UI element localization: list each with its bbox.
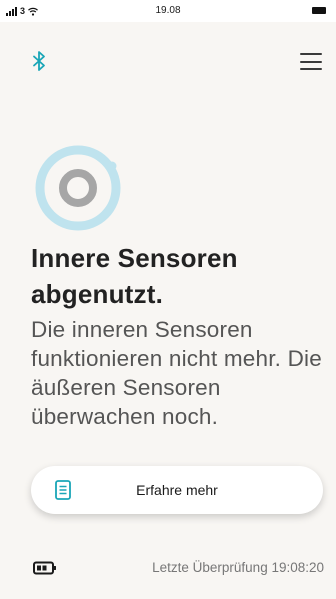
menu-line — [300, 60, 322, 63]
page-title: Innere Sensoren abgenutzt. — [31, 243, 238, 309]
learn-more-label: Erfahre mehr — [136, 482, 218, 498]
bluetooth-icon[interactable] — [30, 50, 48, 72]
menu-button[interactable] — [300, 53, 322, 70]
phone-battery-icon — [312, 7, 326, 14]
last-check-timestamp: Letzte Überprüfung 19:08:20 — [152, 560, 324, 575]
app-screen: 3 19.08 Innere Sensoren abgenutzt. Die i… — [0, 0, 336, 599]
sensor-ring-icon — [35, 145, 121, 231]
status-time: 19.08 — [155, 5, 181, 16]
status-description: Die inneren Sensoren funktionieren nicht… — [31, 317, 322, 429]
learn-more-button[interactable]: Erfahre mehr — [31, 466, 323, 514]
battery-icon — [33, 561, 56, 575]
menu-line — [300, 68, 322, 70]
menu-line — [300, 53, 322, 55]
status-bar: 3 19.08 — [0, 0, 336, 22]
